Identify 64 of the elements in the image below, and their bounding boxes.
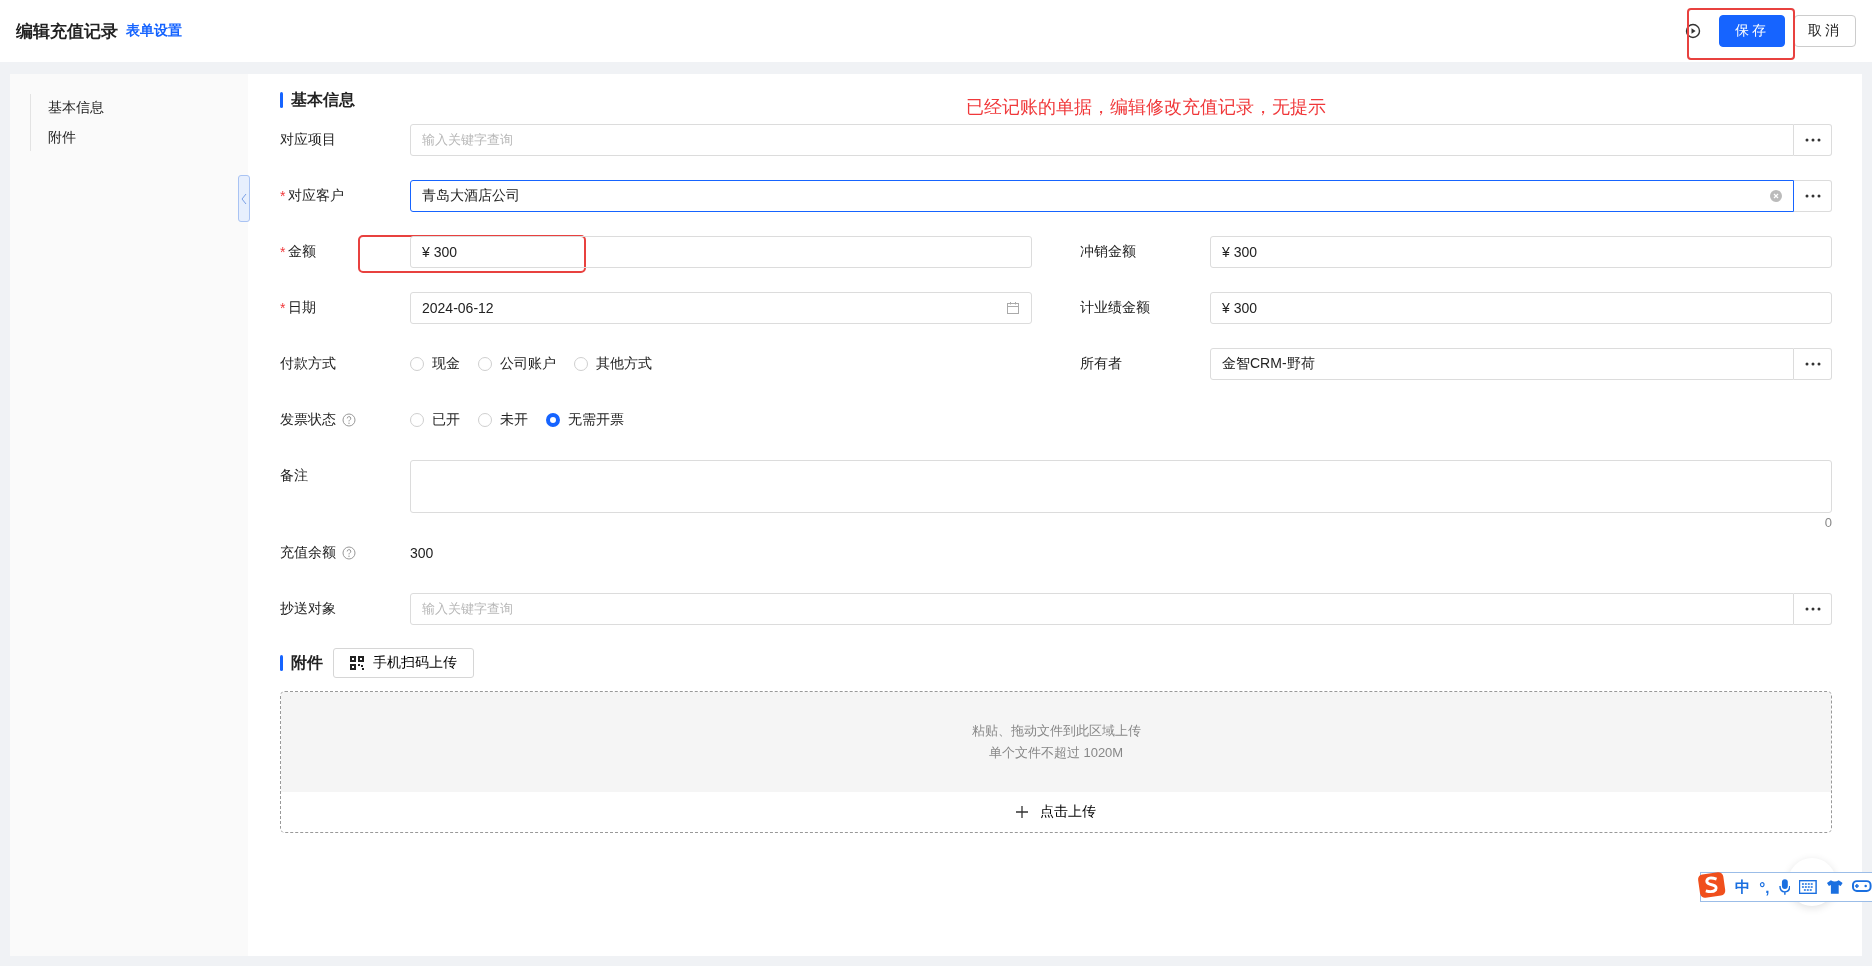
gamepad-icon[interactable] [1852,880,1872,894]
field-label: 对应项目 [280,131,336,149]
upload-hint: 粘贴、拖动文件到此区域上传 [971,722,1141,740]
lookup-field[interactable]: 金智CRM-野荷 [1210,348,1794,380]
character-counter: 0 [1824,515,1832,531]
field-label: 发票状态 [280,411,336,429]
collapse-handle[interactable] [238,175,250,222]
annotation-text: 已经记账的单据，编辑修改充值记录，无提示 [966,96,1326,118]
field-label: 抄送对象 [280,600,336,618]
field-label: 计业绩金额 [1080,299,1150,317]
ime-punctuation[interactable]: °, [1759,878,1770,896]
more-button[interactable] [1794,348,1832,380]
calendar-icon [1006,301,1020,315]
section-title: 基本信息 [291,89,355,110]
more-icon [1804,138,1821,142]
shirt-icon[interactable] [1825,879,1844,895]
lookup-field[interactable]: 青岛大酒店公司 [410,180,1794,212]
text-field[interactable]: ¥ 300 [410,236,1032,268]
radio-option[interactable]: 公司账户 [478,355,556,373]
qr-code-icon [350,656,364,670]
more-icon [1804,194,1821,198]
clear-icon[interactable] [1770,190,1782,202]
ime-mode[interactable]: 中 [1735,877,1751,897]
field-label: 备注 [280,467,308,485]
form-settings-link[interactable]: 表单设置 [126,22,182,40]
text-field[interactable]: ¥ 300 [1210,236,1832,268]
plus-icon [1016,806,1028,818]
remarks-textarea[interactable] [410,460,1832,513]
more-button[interactable] [1794,124,1832,156]
field-value: 300 [410,545,434,561]
field-label: 充值余额 [280,544,336,562]
field-label: 日期 [288,299,317,317]
play-circle-icon[interactable] [1685,23,1701,39]
field-label: 冲销金额 [1080,243,1136,261]
upload-hint: 单个文件不超过 1020M [988,744,1124,762]
radio-option[interactable]: 未开 [478,411,528,429]
field-label: 对应客户 [288,187,345,205]
more-button[interactable] [1794,593,1832,625]
more-icon [1804,607,1821,611]
text-field[interactable]: ¥ 300 [1210,292,1832,324]
upload-dropzone[interactable]: 粘贴、拖动文件到此区域上传 单个文件不超过 1020M 点击上传 [280,691,1832,833]
date-field[interactable]: 2024-06-12 [410,292,1032,324]
radio-option[interactable]: 无需开票 [546,411,624,429]
more-button[interactable] [1794,180,1832,212]
required-mark: * [280,244,286,260]
radio-option[interactable]: 现金 [410,355,460,373]
field-label: 付款方式 [280,355,336,373]
more-icon [1804,362,1821,366]
sidebar-item[interactable]: 基本信息 [31,98,248,117]
microphone-icon[interactable] [1778,878,1791,896]
radio-option[interactable]: 已开 [410,411,460,429]
scan-upload-button[interactable]: 手机扫码上传 [333,648,474,678]
required-mark: * [280,300,286,316]
ime-logo-icon[interactable] [1697,871,1727,899]
sidebar-item[interactable]: 附件 [31,128,248,147]
field-label: 所有者 [1080,355,1122,373]
save-button[interactable]: 保存 [1719,15,1785,47]
required-mark: * [280,188,286,204]
field-label: 金额 [288,243,317,261]
cancel-button[interactable]: 取消 [1794,15,1856,47]
keyboard-icon[interactable] [1799,880,1817,894]
radio-option[interactable]: 其他方式 [574,355,652,373]
section-title: 附件 [291,652,323,673]
page-title: 编辑充值记录 [16,20,118,43]
